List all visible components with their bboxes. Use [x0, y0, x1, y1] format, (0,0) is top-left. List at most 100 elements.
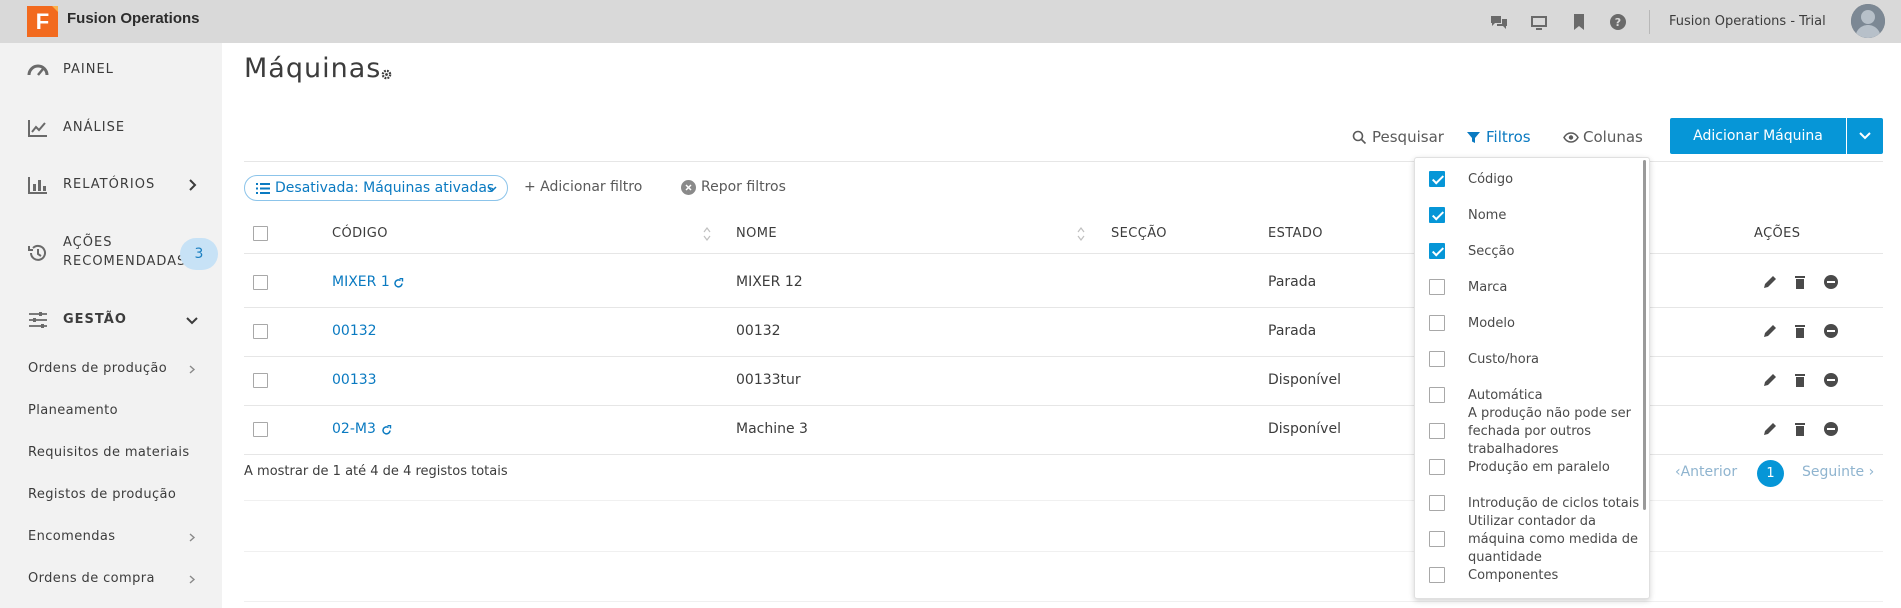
- column-option-ciclos-totais[interactable]: Introdução de ciclos totais: [1429, 495, 1639, 513]
- column-option-producao-paralelo[interactable]: Produção em paralelo: [1429, 459, 1635, 477]
- sidebar-item-analise[interactable]: ANÁLISE: [0, 108, 222, 148]
- machine-code-link[interactable]: MIXER 1: [332, 274, 390, 290]
- column-option-label: A produção não pode ser fechada por outr…: [1468, 406, 1631, 457]
- add-machine-button[interactable]: Adicionar Máquina: [1670, 118, 1846, 154]
- column-option-checkbox[interactable]: [1429, 207, 1445, 223]
- machine-code-link[interactable]: 02-M3: [332, 421, 376, 437]
- app-logo[interactable]: F: [27, 6, 58, 37]
- machine-code-link[interactable]: 00132: [332, 323, 377, 339]
- sidebar-sub-encomendas[interactable]: Encomendas: [28, 529, 115, 544]
- disable-circle-icon[interactable]: [1823, 274, 1839, 290]
- column-option-modelo[interactable]: Modelo: [1429, 315, 1635, 333]
- row-checkbox[interactable]: [253, 373, 268, 388]
- filter-funnel-icon: [1467, 132, 1480, 143]
- select-all-checkbox[interactable]: [253, 226, 268, 241]
- column-option-nome[interactable]: Nome: [1429, 207, 1635, 225]
- column-option-marca[interactable]: Marca: [1429, 279, 1635, 297]
- add-machine-dropdown-button[interactable]: [1847, 118, 1883, 154]
- column-option-checkbox[interactable]: [1429, 387, 1445, 403]
- column-option-label: Automática: [1468, 388, 1543, 403]
- column-option-checkbox[interactable]: [1429, 279, 1445, 295]
- column-header-section[interactable]: SECÇÃO: [1111, 226, 1167, 241]
- column-option-componentes[interactable]: Componentes: [1429, 567, 1635, 585]
- disable-circle-icon[interactable]: [1823, 421, 1839, 437]
- active-filter-label: Desativada: Máquinas ativadas: [275, 180, 495, 196]
- edit-pencil-icon[interactable]: [1762, 372, 1778, 388]
- dashboard-gauge-icon: [27, 64, 49, 76]
- add-filter-button[interactable]: + Adicionar filtro: [524, 179, 642, 195]
- column-header-name[interactable]: NOME: [736, 226, 777, 241]
- sort-icon[interactable]: [1077, 227, 1085, 241]
- sidebar-sub-planeamento[interactable]: Planeamento: [28, 403, 118, 418]
- column-option-checkbox[interactable]: [1429, 423, 1445, 439]
- sidebar-label-analise: ANÁLISE: [63, 120, 126, 135]
- active-filter-chip[interactable]: Desativada: Máquinas ativadas: [244, 175, 508, 201]
- row-checkbox[interactable]: [253, 275, 268, 290]
- column-option-contador-maquina[interactable]: Utilizar contador da máquina como medida…: [1429, 513, 1638, 567]
- column-header-code[interactable]: CÓDIGO: [332, 226, 388, 241]
- machine-state: Parada: [1268, 323, 1317, 339]
- sidebar-sub-requisitos[interactable]: Requisitos de materiais: [28, 445, 190, 460]
- search-button[interactable]: Pesquisar: [1352, 127, 1452, 147]
- filters-label: Filtros: [1486, 128, 1531, 146]
- column-option-automatica[interactable]: Automática: [1429, 387, 1635, 405]
- avatar[interactable]: [1851, 4, 1885, 38]
- sidebar-label-recomendadas: RECOMENDADAS: [63, 254, 187, 269]
- clear-circle-icon: [681, 180, 696, 195]
- column-option-checkbox[interactable]: [1429, 459, 1445, 475]
- sidebar-sub-registos[interactable]: Registos de produção: [28, 487, 176, 502]
- bookmark-icon[interactable]: [1570, 13, 1588, 31]
- disable-circle-icon[interactable]: [1823, 372, 1839, 388]
- pagination-page-current[interactable]: 1: [1757, 460, 1784, 487]
- machine-name: 00132: [736, 323, 781, 339]
- column-option-checkbox[interactable]: [1429, 531, 1445, 547]
- pagination-next[interactable]: Seguinte ›: [1802, 464, 1874, 480]
- trash-icon[interactable]: [1792, 421, 1808, 437]
- column-option-checkbox[interactable]: [1429, 351, 1445, 367]
- sliders-icon: [29, 312, 47, 328]
- sidebar-item-gestao[interactable]: GESTÃO: [0, 300, 222, 340]
- machine-state: Disponível: [1268, 372, 1341, 388]
- column-option-checkbox[interactable]: [1429, 171, 1445, 187]
- machine-state: Parada: [1268, 274, 1317, 290]
- trash-icon[interactable]: [1792, 274, 1808, 290]
- sidebar-item-relatorios[interactable]: RELATÓRIOS: [0, 165, 222, 205]
- columns-button[interactable]: Colunas: [1563, 127, 1643, 147]
- machine-code-link[interactable]: 00133: [332, 372, 377, 388]
- row-checkbox[interactable]: [253, 422, 268, 437]
- reset-filters-button[interactable]: Repor filtros: [681, 179, 801, 197]
- gear-icon[interactable]: [381, 69, 392, 80]
- column-option-checkbox[interactable]: [1429, 567, 1445, 583]
- column-option-checkbox[interactable]: [1429, 243, 1445, 259]
- trash-icon[interactable]: [1792, 323, 1808, 339]
- recommended-actions-badge: 3: [180, 238, 218, 270]
- sidebar-sub-ordens-producao[interactable]: Ordens de produção: [28, 361, 167, 376]
- column-option-checkbox[interactable]: [1429, 315, 1445, 331]
- sidebar-item-painel[interactable]: PAINEL: [0, 50, 222, 90]
- row-checkbox[interactable]: [253, 324, 268, 339]
- help-icon[interactable]: ?: [1609, 13, 1627, 31]
- column-option-label: Utilizar contador da máquina como medida…: [1468, 514, 1639, 565]
- chat-icon[interactable]: [1490, 13, 1508, 31]
- column-header-state[interactable]: ESTADO: [1268, 226, 1323, 241]
- column-option-checkbox[interactable]: [1429, 495, 1445, 511]
- pagination-previous[interactable]: ‹Anterior: [1675, 464, 1737, 480]
- column-option-producao-nao-fechada[interactable]: A produção não pode ser fechada por outr…: [1429, 405, 1635, 459]
- edit-pencil-icon[interactable]: [1762, 323, 1778, 339]
- sidebar-sub-ordens-compra[interactable]: Ordens de compra: [28, 571, 155, 586]
- column-option-custo-hora[interactable]: Custo/hora: [1429, 351, 1635, 369]
- filters-button[interactable]: Filtros: [1466, 127, 1536, 147]
- user-avatar-icon: [1851, 4, 1885, 38]
- edit-pencil-icon[interactable]: [1762, 421, 1778, 437]
- edit-pencil-icon[interactable]: [1762, 274, 1778, 290]
- pagination-next-label: Seguinte: [1802, 464, 1865, 480]
- columns-dropdown-scrollbar[interactable]: [1643, 160, 1646, 510]
- disable-circle-icon[interactable]: [1823, 323, 1839, 339]
- pagination-previous-label: Anterior: [1680, 464, 1738, 480]
- column-option-codigo[interactable]: Código: [1429, 171, 1635, 189]
- tenant-name[interactable]: Fusion Operations - Trial: [1669, 14, 1826, 29]
- tv-icon[interactable]: [1530, 13, 1548, 31]
- sort-icon[interactable]: [703, 227, 711, 241]
- column-option-seccao[interactable]: Secção: [1429, 243, 1635, 261]
- trash-icon[interactable]: [1792, 372, 1808, 388]
